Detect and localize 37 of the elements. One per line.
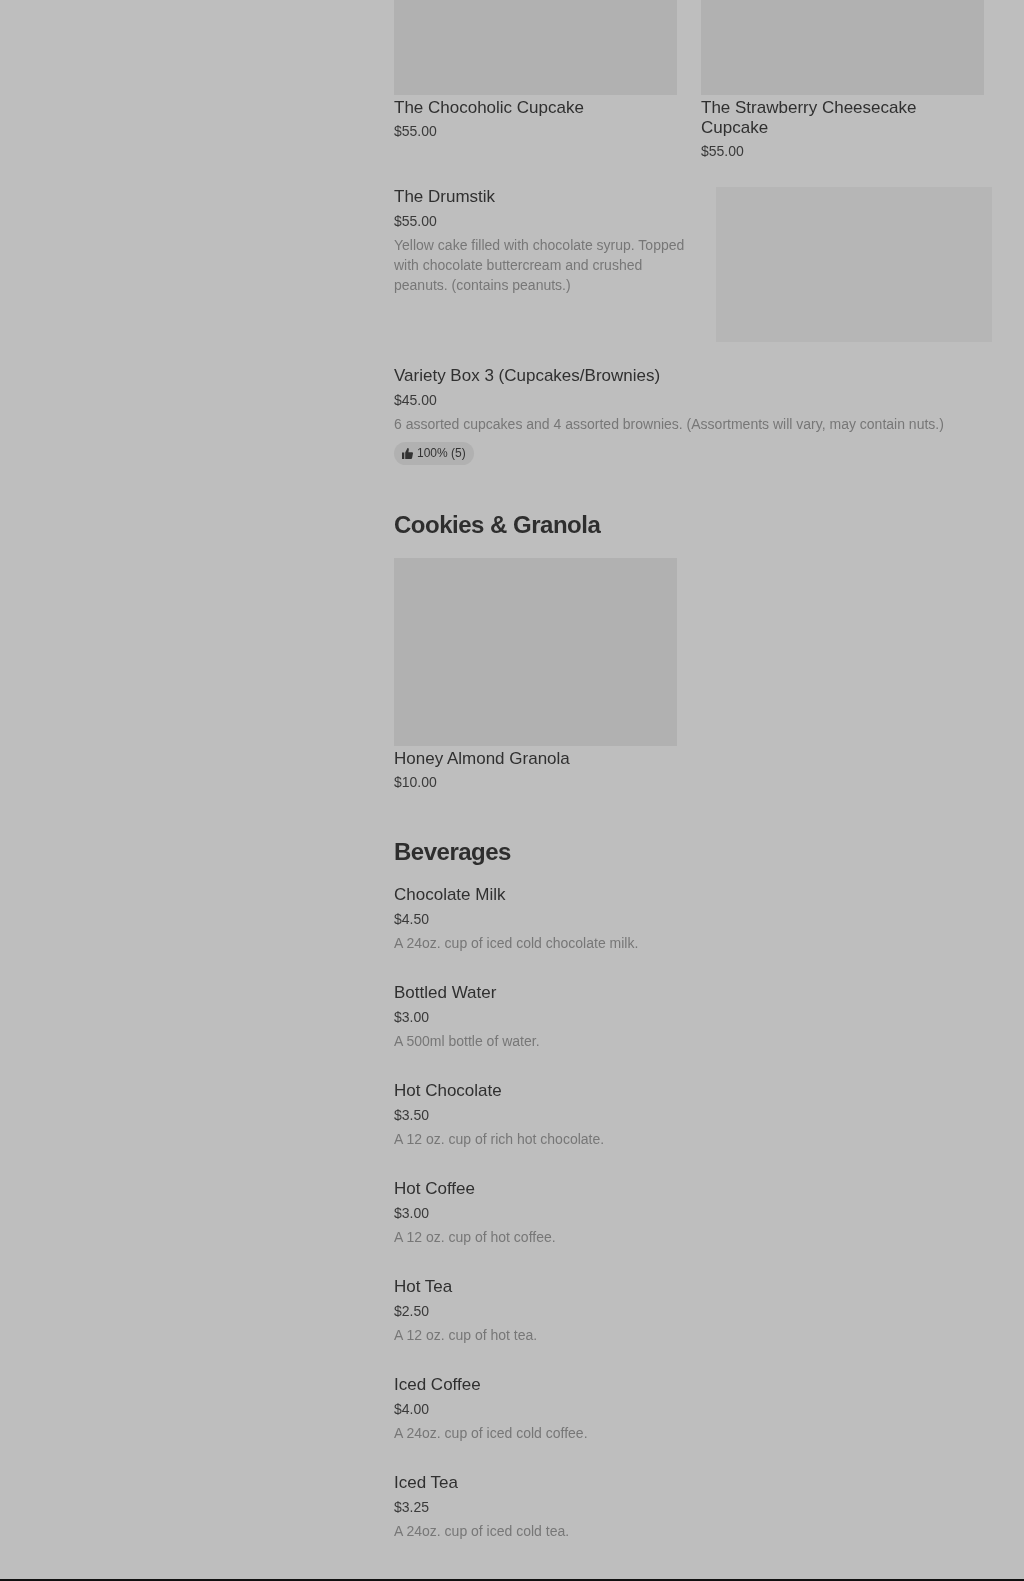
item-price: $3.00 bbox=[394, 1204, 431, 1223]
item-description: 6 assorted cupcakes and 4 assorted brownies. (Assortments will vary, may contain nuts.) bbox=[394, 415, 945, 434]
item-description: Yellow cake filled with chocolate syrup. Topped with chocolate buttercream and crushed peanuts. (contains peanuts.) bbox=[394, 236, 686, 295]
item-name[interactable]: The Drumstik bbox=[394, 187, 699, 207]
item-name[interactable]: Iced Tea bbox=[394, 1473, 992, 1493]
item-price: $55.00 bbox=[394, 212, 438, 231]
item-name[interactable]: Hot Tea bbox=[394, 1277, 992, 1297]
item-description: A 24oz. cup of iced cold coffee. bbox=[394, 1424, 589, 1443]
item-name[interactable]: Hot Chocolate bbox=[394, 1081, 992, 1101]
item-description: A 12 oz. cup of hot tea. bbox=[394, 1326, 539, 1345]
item-description: A 12 oz. cup of rich hot chocolate. bbox=[394, 1130, 606, 1149]
item-name[interactable]: Iced Coffee bbox=[394, 1375, 992, 1395]
item-description: A 500ml bottle of water. bbox=[394, 1032, 541, 1051]
item-name[interactable]: Variety Box 3 (Cupcakes/Brownies) bbox=[394, 366, 992, 386]
rating-text: 100% (5) bbox=[417, 446, 466, 461]
item-description: A 24oz. cup of iced cold chocolate milk. bbox=[394, 934, 640, 953]
section-heading: Cookies & Granola bbox=[394, 510, 602, 540]
thumbs-up-icon bbox=[402, 448, 413, 459]
item-name[interactable]: Chocolate Milk bbox=[394, 885, 992, 905]
item-price: $3.50 bbox=[394, 1106, 431, 1125]
item-price: $10.00 bbox=[394, 773, 438, 792]
item-name[interactable]: Bottled Water bbox=[394, 983, 992, 1003]
item-description: A 12 oz. cup of hot coffee. bbox=[394, 1228, 557, 1247]
item-price: $55.00 bbox=[701, 142, 745, 161]
item-price: $3.25 bbox=[394, 1498, 431, 1517]
item-price: $4.50 bbox=[394, 910, 431, 929]
item-price: $55.00 bbox=[394, 122, 438, 141]
item-name[interactable]: Honey Almond Granola bbox=[394, 749, 677, 769]
item-name[interactable]: Hot Coffee bbox=[394, 1179, 992, 1199]
item-name[interactable]: The Strawberry Cheesecake Cupcake bbox=[701, 98, 984, 138]
section-heading: Beverages bbox=[394, 837, 512, 867]
item-price: $2.50 bbox=[394, 1302, 431, 1321]
item-price: $4.00 bbox=[394, 1400, 431, 1419]
item-name[interactable]: The Chocoholic Cupcake bbox=[394, 98, 677, 118]
item-description: A 24oz. cup of iced cold tea. bbox=[394, 1522, 571, 1541]
item-price: $45.00 bbox=[394, 391, 438, 410]
item-price: $3.00 bbox=[394, 1008, 431, 1027]
